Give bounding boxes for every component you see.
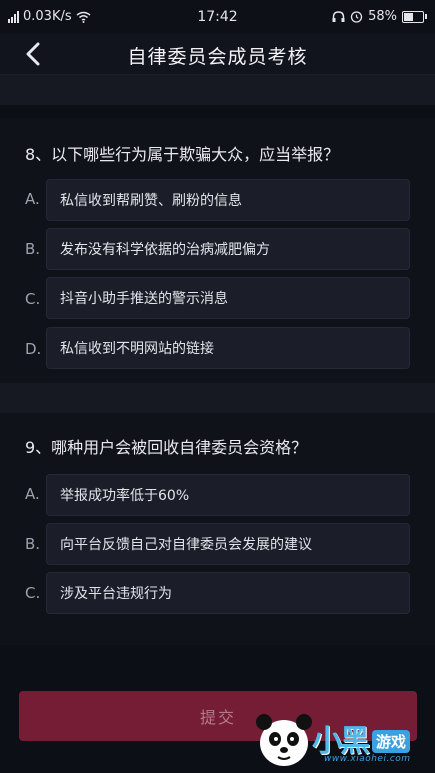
page-title: 自律委员会成员考核 xyxy=(127,46,308,68)
section-divider xyxy=(0,383,435,413)
option-button[interactable]: 私信收到帮刷赞、刷粉的信息 xyxy=(46,179,410,221)
top-band xyxy=(0,75,435,105)
option-text: 举报成功率低于60% xyxy=(60,488,190,504)
option-text: 发布没有科学依据的治病减肥偏方 xyxy=(60,242,270,258)
option-text: 向平台反馈自己对自律委员会发展的建议 xyxy=(60,537,312,553)
watermark-badge: 游戏 xyxy=(372,730,411,753)
option-button[interactable]: 举报成功率低于60% xyxy=(46,474,410,516)
option-button[interactable]: 抖音小助手推送的警示消息 xyxy=(46,277,410,319)
option-text: 私信收到不明网站的链接 xyxy=(60,341,214,357)
panda-logo-icon xyxy=(256,714,312,766)
question-title: 9、哪种用户会被回收自律委员会资格？ xyxy=(25,438,308,457)
option-letter: A. xyxy=(25,190,40,208)
option-button[interactable]: 涉及平台违规行为 xyxy=(46,572,410,614)
option-text: 私信收到帮刷赞、刷粉的信息 xyxy=(60,193,242,209)
option-text: 抖音小助手推送的警示消息 xyxy=(60,291,228,307)
question-section: 9、哪种用户会被回收自律委员会资格？ A. 举报成功率低于60% B. 向平台反… xyxy=(0,413,435,645)
option-button[interactable]: 向平台反馈自己对自律委员会发展的建议 xyxy=(46,523,410,565)
option-letter: D. xyxy=(25,340,42,358)
watermark-url: www.xiaohei.com xyxy=(324,754,411,764)
battery-icon xyxy=(402,10,427,23)
question-section: 8、以下哪些行为属于欺骗大众，应当举报？ A. 私信收到帮刷赞、刷粉的信息 B.… xyxy=(0,118,435,383)
battery-percent: 58% xyxy=(368,9,397,24)
option-letter: A. xyxy=(25,485,40,503)
nav-bar: 自律委员会成员考核 xyxy=(0,34,435,75)
headset-icon xyxy=(332,10,345,22)
status-right: 58% xyxy=(332,9,427,24)
alarm-icon xyxy=(350,11,363,23)
option-letter: B. xyxy=(25,240,41,258)
option-letter: B. xyxy=(25,535,41,553)
option-letter: C. xyxy=(25,290,41,308)
option-text: 涉及平台违规行为 xyxy=(60,586,172,602)
option-button[interactable]: 私信收到不明网站的链接 xyxy=(46,327,410,369)
option-letter: C. xyxy=(25,584,41,602)
option-button[interactable]: 发布没有科学依据的治病减肥偏方 xyxy=(46,228,410,270)
status-bar: 0.03K/s 17:42 58% xyxy=(0,0,435,34)
question-title: 8、以下哪些行为属于欺骗大众，应当举报？ xyxy=(25,145,340,164)
